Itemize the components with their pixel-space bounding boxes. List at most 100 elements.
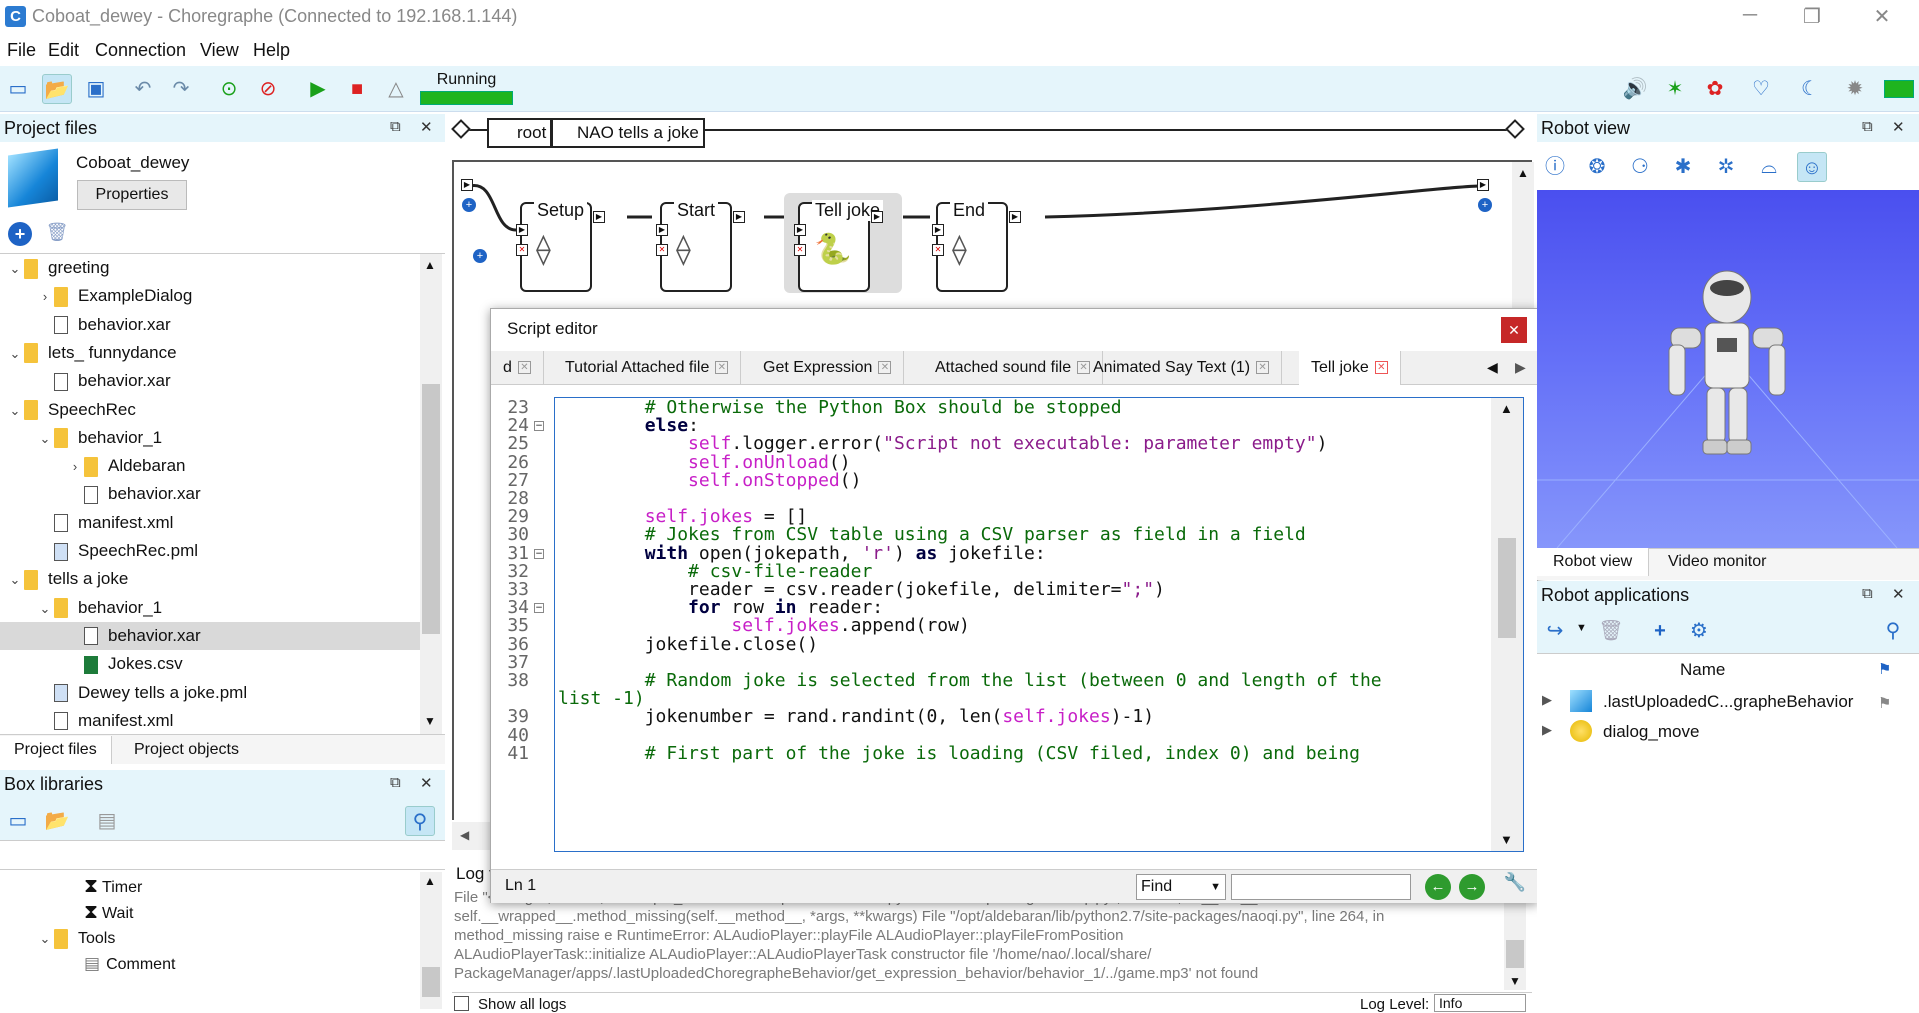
box-input-port[interactable]: ▶ <box>932 224 944 236</box>
code-scrollbar[interactable]: ▲ ▼ <box>1491 398 1523 851</box>
editor-tab[interactable]: Animated Say Text (1) ✕ <box>1081 351 1283 385</box>
tree-item[interactable]: Dewey tells a joke.pml <box>0 679 420 707</box>
add-file-icon[interactable]: + <box>8 222 32 246</box>
autonomous-life-icon[interactable]: ♡ <box>1746 74 1776 104</box>
close-tab-icon[interactable]: ✕ <box>1256 361 1270 375</box>
chevron-right-icon[interactable]: › <box>36 283 54 311</box>
box-stop-port[interactable]: ✕ <box>656 244 668 256</box>
app-search-icon[interactable]: ⚲ <box>1878 616 1908 646</box>
box-stop-port[interactable]: ✕ <box>794 244 806 256</box>
chevron-right-icon[interactable]: › <box>66 453 84 481</box>
app-item-dialog-move[interactable]: dialog_move <box>1603 722 1699 742</box>
editor-tab[interactable]: Get Expression ✕ <box>751 351 905 385</box>
stiffness-icon[interactable]: ✿ <box>1700 74 1730 104</box>
rest-icon[interactable]: ☾ <box>1795 74 1825 104</box>
apps-name-column[interactable]: Name <box>1680 660 1725 680</box>
open-library-icon[interactable]: 📂 <box>42 806 72 836</box>
code-line[interactable]: # Random joke is selected from the list … <box>558 671 1382 690</box>
add-parameter-icon[interactable]: + <box>473 249 487 263</box>
chevron-down-icon[interactable]: ⌄ <box>6 397 24 425</box>
chevron-down-icon[interactable]: ⌄ <box>6 566 24 594</box>
project-tree-scrollbar[interactable]: ▲ ▼ <box>420 254 442 734</box>
box-output-port[interactable]: ▶ <box>871 211 883 223</box>
find-previous-icon[interactable]: ← <box>1425 874 1451 900</box>
tab-project-files[interactable]: Project files <box>0 736 112 764</box>
debug-icon[interactable]: △ <box>381 74 411 104</box>
add-app-icon[interactable]: + <box>1645 616 1675 646</box>
editor-tab[interactable]: Tutorial Attached file ✕ <box>553 351 742 385</box>
tab-robot-view[interactable]: Robot view <box>1537 548 1650 576</box>
animation-mode-icon[interactable]: ✶ <box>1660 74 1690 104</box>
library-item[interactable]: ⌄ Tools <box>0 924 420 952</box>
redo-icon[interactable]: ↷ <box>166 74 196 104</box>
menu-edit[interactable]: Edit <box>48 40 79 61</box>
tree-item[interactable]: Jokes.csv <box>0 650 420 678</box>
minimize-icon[interactable]: ─ <box>1730 4 1770 30</box>
box-output-port[interactable]: ▶ <box>733 211 745 223</box>
chevron-down-icon[interactable]: ⌄ <box>36 925 54 953</box>
code-line[interactable]: self.onStopped() <box>558 471 861 490</box>
behavior-input-port[interactable]: ▶ <box>461 179 473 191</box>
fold-icon[interactable]: − <box>534 421 544 432</box>
menu-view[interactable]: View <box>200 40 239 61</box>
library-filter-input[interactable] <box>0 840 445 870</box>
box-input-port[interactable]: ▶ <box>794 224 806 236</box>
add-input-icon[interactable]: + <box>462 198 476 212</box>
app-item-behavior[interactable]: .lastUploadedC...grapheBehavior <box>1603 692 1853 712</box>
box-output-port[interactable]: ▶ <box>1009 211 1021 223</box>
tree-item[interactable]: behavior.xar <box>0 367 420 395</box>
code-scrollbar-thumb[interactable] <box>1498 538 1516 638</box>
box-libraries-scrollbar[interactable]: ▲ <box>420 872 442 1009</box>
log-level-select[interactable]: Info <box>1434 994 1526 1012</box>
robot-face-icon[interactable]: ☺ <box>1797 152 1827 182</box>
open-project-icon[interactable]: 📂 <box>42 74 72 104</box>
log-scrollbar[interactable]: ▲ ▼ <box>1504 888 1526 990</box>
tab-scroll-left-icon[interactable]: ◀ <box>1487 359 1498 376</box>
close-panel-icon[interactable]: ✕ <box>420 118 433 136</box>
delete-file-icon[interactable]: 🗑 <box>45 222 69 246</box>
tree-item[interactable]: behavior.xar <box>0 480 420 508</box>
editor-tab[interactable]: Attached sound file ✕ <box>923 351 1104 385</box>
tree-item[interactable]: SpeechRec.pml <box>0 537 420 565</box>
close-tab-icon[interactable]: ✕ <box>517 361 531 375</box>
undo-icon[interactable]: ↶ <box>128 74 158 104</box>
close-tab-icon[interactable]: ✕ <box>715 361 729 375</box>
volume-icon[interactable]: 🔊 <box>1620 74 1650 104</box>
restore-icon[interactable]: ❐ <box>1792 4 1832 30</box>
new-library-icon[interactable]: ▭ <box>3 806 33 836</box>
properties-button[interactable]: Properties <box>77 180 187 210</box>
chevron-down-icon[interactable]: ⌄ <box>6 255 24 283</box>
box-input-port[interactable]: ▶ <box>656 224 668 236</box>
add-output-icon[interactable]: + <box>1478 198 1492 212</box>
tree-item[interactable]: behavior.xar <box>0 621 420 650</box>
install-app-icon[interactable]: ↪ <box>1540 616 1570 646</box>
find-input[interactable] <box>1231 874 1411 900</box>
tree-item[interactable]: ⌄ lets_ funnydance <box>0 339 420 367</box>
tree-item[interactable]: ⌄ greeting <box>0 254 420 282</box>
menu-connection[interactable]: Connection <box>95 40 186 61</box>
remove-app-icon[interactable]: 🗑 <box>1596 616 1626 646</box>
settings-gear-icon[interactable]: ✹ <box>1840 74 1870 104</box>
library-search-icon[interactable]: ⚲ <box>405 806 435 836</box>
box-stop-port[interactable]: ✕ <box>516 244 528 256</box>
tree-item[interactable]: manifest.xml <box>0 707 420 735</box>
robot-arm-icon[interactable]: ✱ <box>1668 152 1698 182</box>
scroll-down-icon[interactable]: ▼ <box>424 714 436 728</box>
menu-file[interactable]: File <box>7 40 36 61</box>
float-robot-apps-icon[interactable]: ⧉ <box>1862 585 1873 602</box>
menu-help[interactable]: Help <box>253 40 290 61</box>
behavior-output-port[interactable]: ▶ <box>1477 179 1489 191</box>
tab-video-monitor[interactable]: Video monitor <box>1654 548 1780 576</box>
connect-icon[interactable]: ⊙ <box>214 74 244 104</box>
fold-icon[interactable]: − <box>534 548 544 559</box>
app-settings-icon[interactable]: ⚙ <box>1684 616 1714 646</box>
library-item[interactable]: ⧗ Timer <box>0 872 420 900</box>
find-select[interactable]: Find ▼ <box>1136 874 1226 900</box>
fold-icon[interactable]: − <box>534 603 544 614</box>
close-box-libraries-icon[interactable]: ✕ <box>420 774 433 792</box>
close-tab-icon[interactable]: ✕ <box>1374 361 1388 375</box>
editor-tab[interactable]: Tell joke ✕ <box>1299 351 1401 385</box>
scroll-up-icon[interactable]: ▲ <box>424 258 436 272</box>
install-dropdown-icon[interactable]: ▼ <box>1576 622 1587 634</box>
code-line[interactable]: jokenumber = rand.randint(0, len(self.jo… <box>558 708 1154 726</box>
